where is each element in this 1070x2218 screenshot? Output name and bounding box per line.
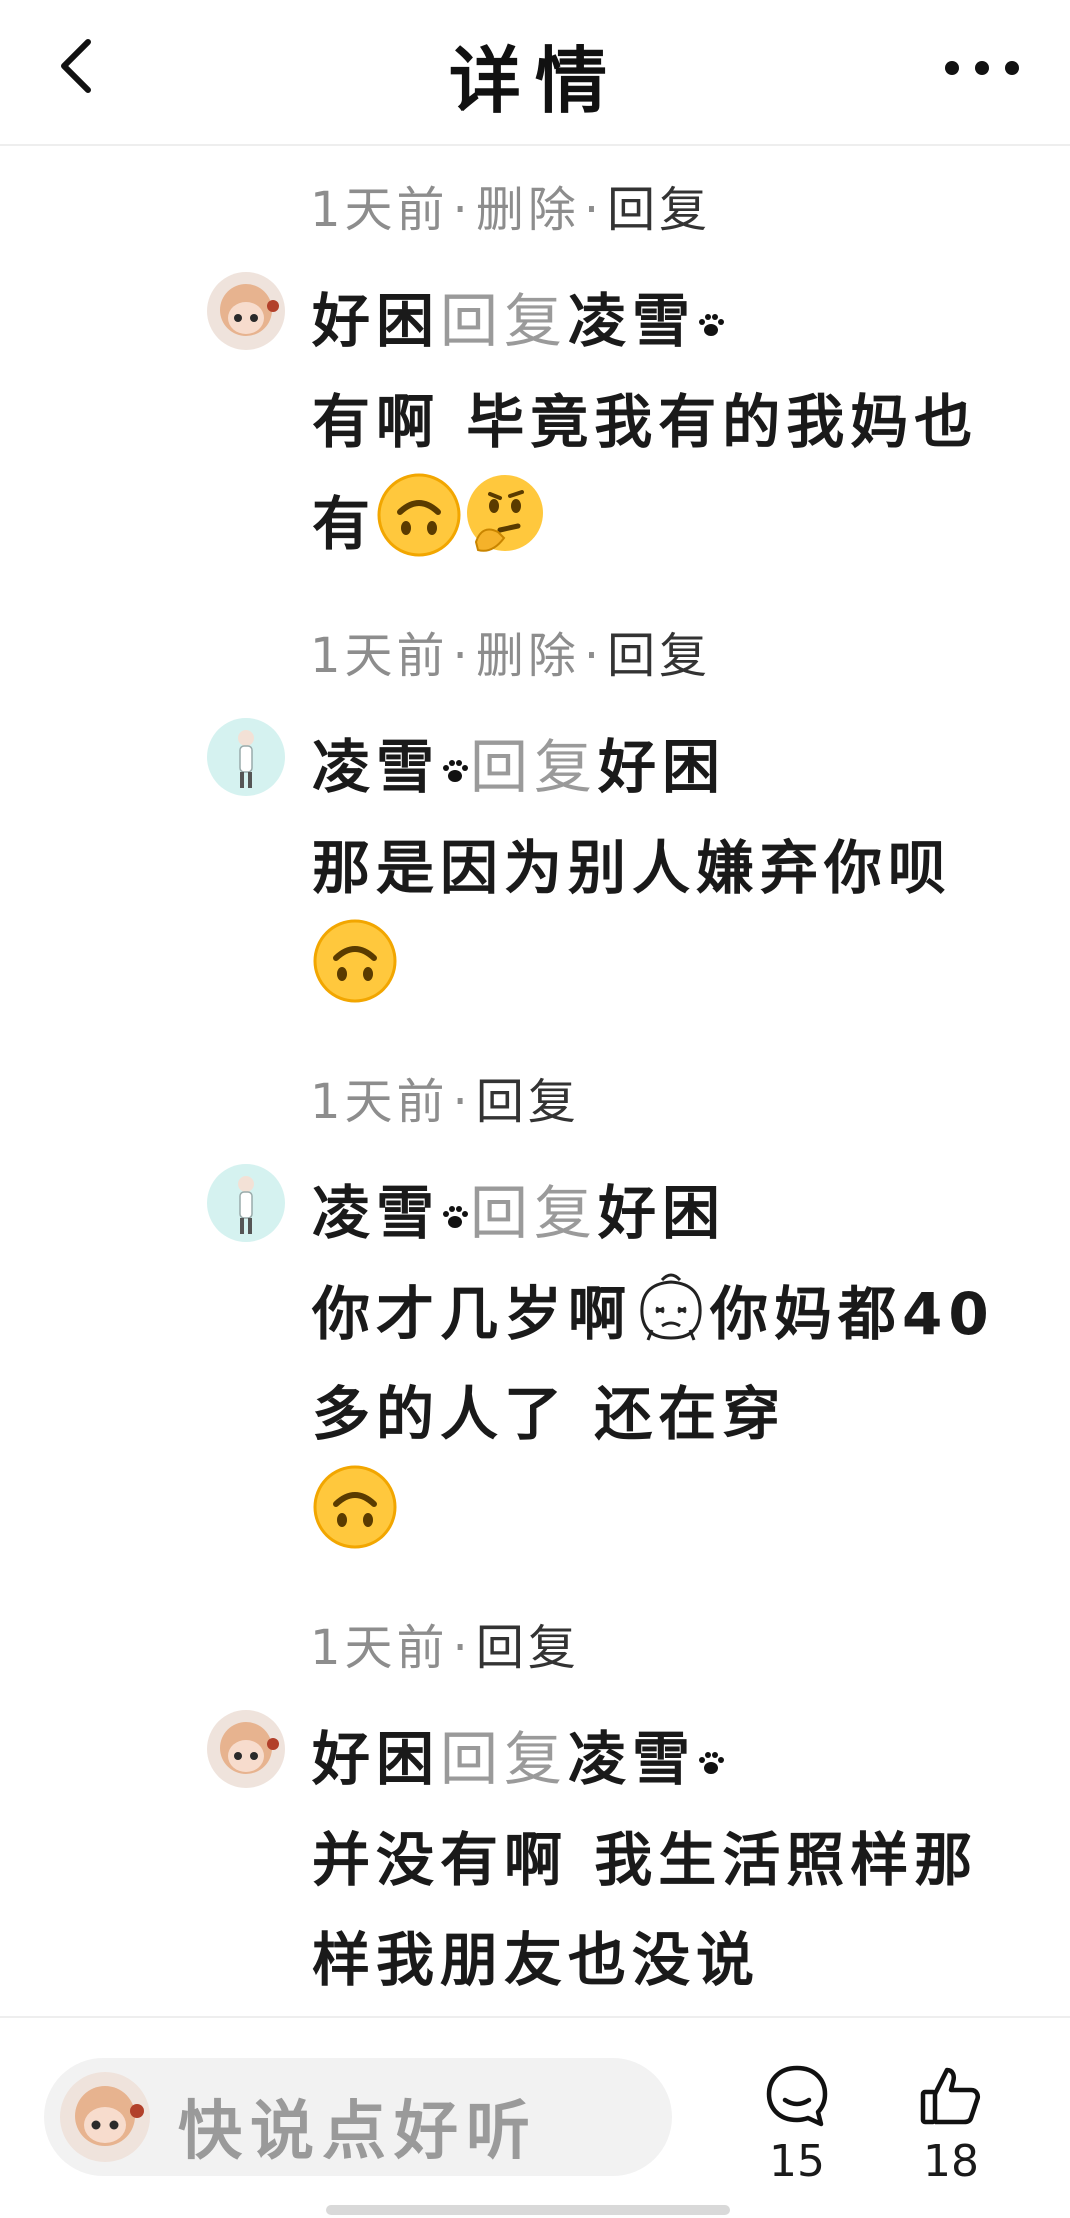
comment-text: 有啊 毕竟我有的我妈也有 (312, 372, 1032, 574)
paw-icon (699, 1751, 725, 1774)
avatar[interactable] (207, 1710, 285, 1788)
reply-link[interactable]: 回复 (476, 1620, 580, 1676)
target-name[interactable]: 凌雪 (568, 287, 696, 355)
paw-icon (699, 313, 725, 336)
comment-time: 1天前 (310, 1074, 449, 1130)
comment-text-content: 那是因为别人嫌弃你呗 (312, 834, 953, 902)
reply-header: 凌雪 回复好困 (312, 720, 726, 804)
more-horizontal-icon (945, 61, 1019, 75)
doodle-face-icon (640, 1273, 702, 1341)
comment-bubble-icon (766, 2065, 828, 2127)
comment-meta: 1天前·删除·回复 (310, 628, 712, 684)
paw-icon (443, 759, 469, 782)
avatar[interactable] (207, 1164, 285, 1242)
comment-count-button[interactable]: 15 (752, 2062, 842, 2187)
home-indicator[interactable] (326, 2205, 730, 2215)
comment-meta: 1天前·删除·回复 (310, 182, 712, 238)
paw-icon (443, 1205, 469, 1228)
more-options-button[interactable] (934, 40, 1030, 96)
thumbs-up-icon (920, 2067, 980, 2125)
upside-down-face-icon (313, 1465, 397, 1549)
reply-word: 回复 (440, 1725, 569, 1793)
author-name[interactable]: 凌雪 (312, 1179, 440, 1247)
thinking-face-icon (467, 475, 544, 552)
like-button[interactable]: 18 (906, 2062, 996, 2187)
reply-header: 凌雪 回复好困 (312, 1166, 726, 1250)
comment-time: 1天前 (310, 182, 449, 238)
delete-link[interactable]: 删除 (476, 628, 580, 684)
comment-text: 并没有啊 我生活照样那样我朋友也没说 (312, 1810, 1032, 2010)
reply-link[interactable]: 回复 (607, 182, 711, 238)
reply-header: 好困回复凌雪 (312, 1712, 726, 1796)
reply-word: 回复 (440, 287, 569, 355)
comment-meta: 1天前·回复 (310, 1620, 580, 1676)
comment-text: 你才几岁啊 你妈都40多的人了 还在穿 (312, 1264, 1032, 1566)
avatar[interactable] (207, 272, 285, 350)
comment-text: 那是因为别人嫌弃你呗 (312, 818, 1032, 1020)
input-placeholder: 快说点好听 (178, 2095, 538, 2169)
author-name[interactable]: 凌雪 (312, 733, 440, 801)
reply-word: 回复 (470, 733, 599, 801)
reply-link[interactable]: 回复 (476, 1074, 580, 1130)
target-name[interactable]: 好困 (598, 733, 726, 801)
avatar (60, 2072, 150, 2162)
target-name[interactable]: 凌雪 (568, 1725, 696, 1793)
comment-text-content: 并没有啊 我生活照样那样我朋友也没说 (312, 1826, 979, 1994)
comment-count: 15 (769, 2136, 825, 2187)
like-count: 18 (923, 2136, 979, 2187)
comment-meta: 1天前·回复 (310, 1074, 580, 1130)
bottom-action-bar: 快说点好听 15 18 (0, 2016, 1070, 2218)
author-name[interactable]: 好困 (312, 287, 440, 355)
reply-link[interactable]: 回复 (607, 628, 711, 684)
comment-thread: 1天前·删除·回复 好困回复凌雪 有啊 毕竟我有的我妈也有 1天前·删除·回复 (0, 146, 1070, 2016)
author-name[interactable]: 好困 (312, 1725, 440, 1793)
comment-input[interactable]: 快说点好听 (44, 2058, 672, 2176)
upside-down-face-icon (313, 919, 397, 1003)
comment-time: 1天前 (310, 628, 449, 684)
top-nav-bar: 详情 (0, 0, 1070, 146)
delete-link[interactable]: 删除 (476, 182, 580, 238)
comment-time: 1天前 (310, 1620, 449, 1676)
comment-text-content: 你才几岁啊 (312, 1280, 633, 1348)
page-title: 详情 (448, 39, 621, 123)
reply-word: 回复 (470, 1179, 599, 1247)
reply-header: 好困回复凌雪 (312, 274, 726, 358)
avatar[interactable] (207, 718, 285, 796)
target-name[interactable]: 好困 (598, 1179, 726, 1247)
upside-down-face-icon (377, 473, 461, 557)
